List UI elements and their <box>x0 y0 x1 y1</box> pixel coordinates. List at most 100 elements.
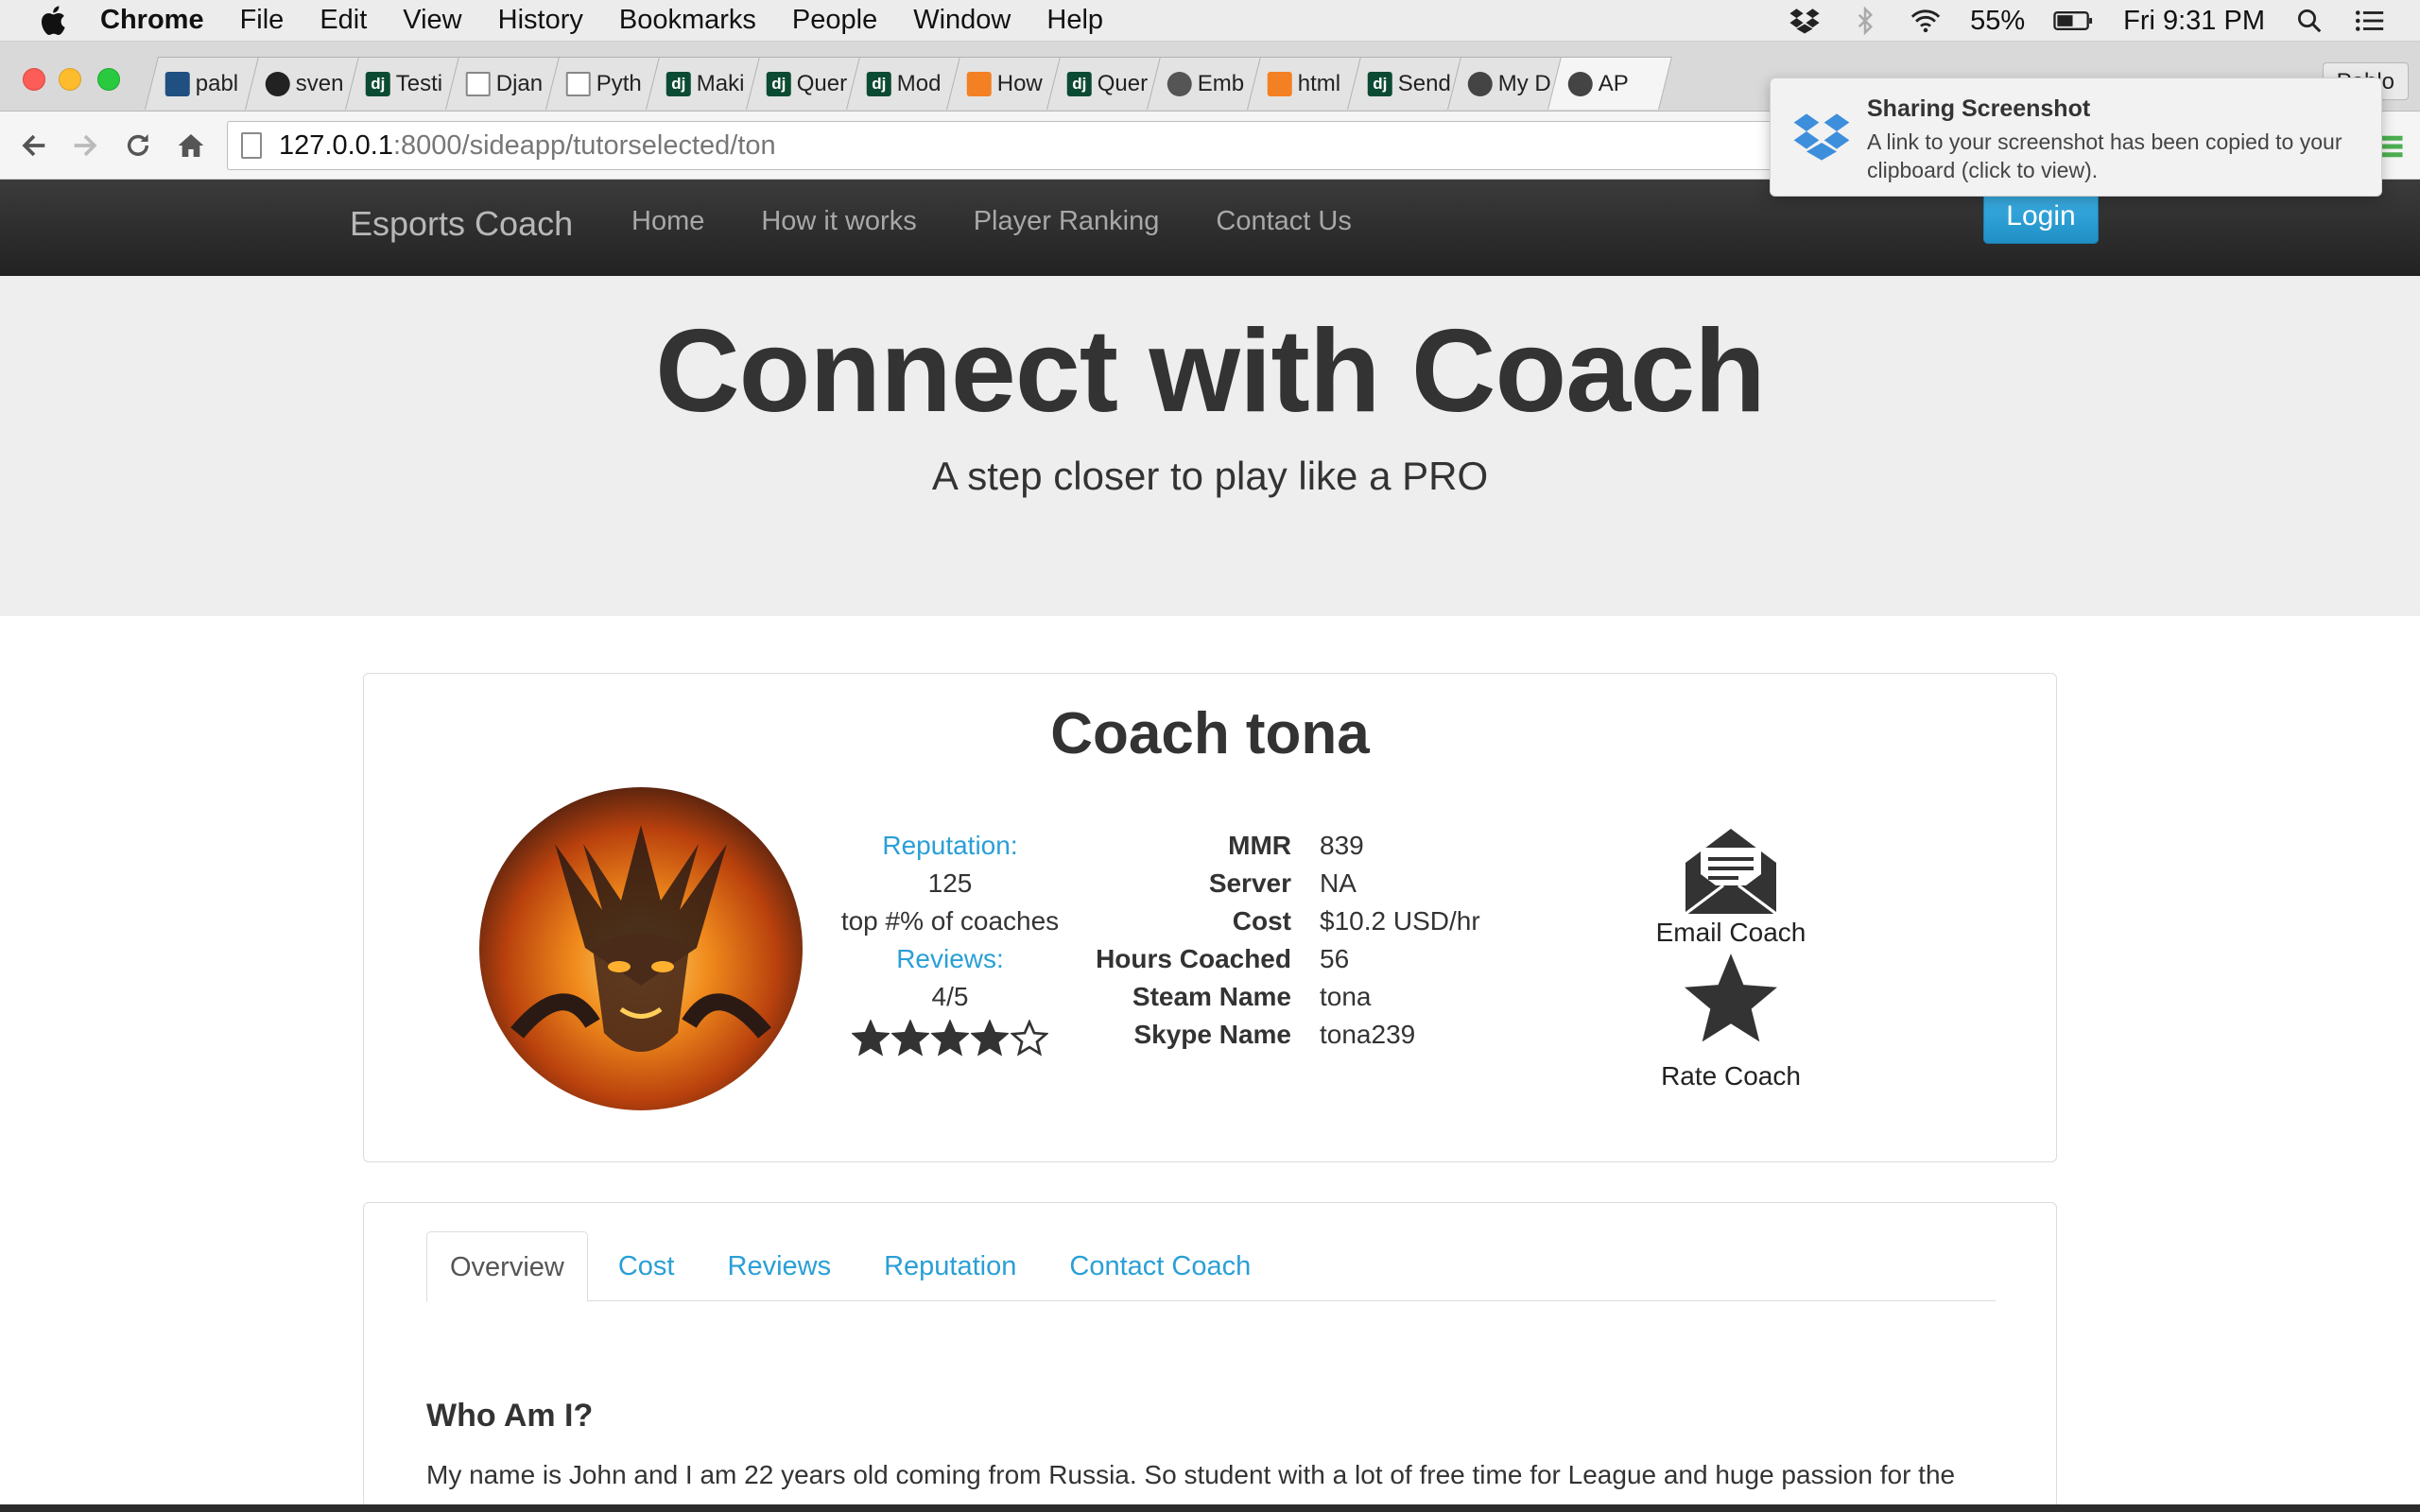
site-brand[interactable]: Esports Coach <box>350 204 573 244</box>
stat-row: MMR 839 <box>1026 827 1565 865</box>
tab-title: Quer <box>796 70 848 96</box>
back-arrow-icon <box>22 134 45 157</box>
nav-how-it-works[interactable]: How it works <box>761 206 916 237</box>
stat-row: Server NA <box>1026 865 1565 902</box>
stat-row: Hours Coached 56 <box>1026 940 1565 978</box>
envelope-icon <box>1685 829 1777 916</box>
menu-app-name[interactable]: Chrome <box>100 5 204 36</box>
notification-title: Sharing Screenshot <box>1867 95 2091 122</box>
tab-title: Pyth <box>596 70 642 96</box>
tab-cost[interactable]: Cost <box>596 1231 698 1301</box>
stat-label: Skype Name <box>1133 1020 1291 1049</box>
apple-menu-icon[interactable] <box>38 4 72 38</box>
section-title: Who Am I? <box>426 1398 594 1434</box>
stat-value: NA <box>1320 868 1357 898</box>
star-icon <box>1685 954 1777 1042</box>
document-favicon-icon <box>465 71 491 96</box>
tab-title: My D <box>1497 70 1551 96</box>
browser-tab-active[interactable]: AP <box>1547 57 1672 110</box>
bluetooth-icon[interactable] <box>1849 7 1881 35</box>
dropbox-notification[interactable]: Sharing Screenshot A link to your screen… <box>1770 77 2382 197</box>
django-favicon-icon: dj <box>866 71 891 96</box>
menu-file[interactable]: File <box>240 5 285 36</box>
star-filled-icon <box>852 1020 890 1057</box>
rate-coach-button[interactable]: Rate Coach <box>1627 954 1835 1091</box>
tab-title: Send <box>1397 70 1451 96</box>
battery-icon[interactable] <box>2053 7 2095 35</box>
menu-edit[interactable]: Edit <box>320 5 367 36</box>
details-tabs: Overview Cost Reviews Reputation Contact… <box>426 1231 1996 1302</box>
nav-home[interactable]: Home <box>631 206 704 237</box>
coach-avatar <box>479 787 803 1110</box>
forward-button[interactable] <box>66 127 104 164</box>
django-favicon-icon: dj <box>766 71 791 96</box>
email-coach-button[interactable]: Email Coach <box>1627 825 1835 948</box>
reload-button[interactable] <box>119 127 157 164</box>
tab-overview[interactable]: Overview <box>426 1231 588 1302</box>
spotlight-search-icon[interactable] <box>2293 7 2325 35</box>
tab-title: Mod <box>896 70 942 96</box>
stat-value: tona <box>1320 982 1372 1011</box>
coach-avatar-image <box>479 787 803 1110</box>
tab-title: Quer <box>1097 70 1149 96</box>
stat-label: MMR <box>1228 831 1291 860</box>
coach-details-panel: Overview Cost Reviews Reputation Contact… <box>363 1202 2057 1512</box>
reload-icon <box>127 134 149 156</box>
star-filled-icon <box>891 1020 929 1057</box>
tab-reputation[interactable]: Reputation <box>861 1231 1039 1301</box>
coach-profile-panel: Coach tona Reputation: 125 top #% of coa… <box>363 673 2057 1162</box>
nav-player-ranking[interactable]: Player Ranking <box>974 206 1160 237</box>
ember-favicon-icon <box>1167 71 1192 96</box>
stat-row: Cost $10.2 USD/hr <box>1026 902 1565 940</box>
django-favicon-icon: dj <box>666 71 691 96</box>
home-icon <box>178 134 204 157</box>
tab-contact-coach[interactable]: Contact Coach <box>1046 1231 1273 1301</box>
menubar-clock[interactable]: Fri 9:31 PM <box>2123 6 2265 37</box>
stat-label: Steam Name <box>1132 982 1291 1011</box>
hero-title: Connect with Coach <box>655 306 1766 437</box>
back-button[interactable] <box>15 127 53 164</box>
url-host: 127.0.0.1 <box>279 129 393 161</box>
stat-value: $10.2 USD/hr <box>1320 906 1480 936</box>
tab-reviews[interactable]: Reviews <box>705 1231 855 1301</box>
stat-value: 839 <box>1320 831 1364 860</box>
menu-view[interactable]: View <box>403 5 461 36</box>
star-filled-icon <box>931 1020 969 1057</box>
stat-value: 56 <box>1320 944 1350 973</box>
hero-jumbotron: Connect with Coach A step closer to play… <box>0 276 2420 616</box>
menu-help[interactable]: Help <box>1046 5 1103 36</box>
login-button[interactable]: Login <box>1983 189 2099 244</box>
dropbox-status-icon[interactable] <box>1789 7 1821 35</box>
menu-history[interactable]: History <box>498 5 583 36</box>
nav-contact-us[interactable]: Contact Us <box>1216 206 1351 237</box>
notification-body: A link to your screenshot has been copie… <box>1867 129 2342 182</box>
stat-row: Skype Name tona239 <box>1026 1016 1565 1054</box>
window-close-button[interactable] <box>23 68 45 91</box>
url-path: :8000/sideapp/tutorselected/ton <box>392 129 776 161</box>
home-button[interactable] <box>172 127 210 164</box>
stackoverflow-favicon-icon <box>966 71 992 96</box>
site-nav-links: Home How it works Player Ranking Contact… <box>631 206 1352 237</box>
hero-subtitle: A step closer to play like a PRO <box>931 454 1489 498</box>
menu-people[interactable]: People <box>792 5 877 36</box>
stat-row: Steam Name tona <box>1026 978 1565 1016</box>
menu-bookmarks[interactable]: Bookmarks <box>619 5 756 36</box>
macos-menubar: Chrome File Edit View History Bookmarks … <box>0 0 2420 42</box>
stat-label: Hours Coached <box>1096 944 1291 973</box>
browser-tabs: pabl sven dj Testi Djan Pyth dj Maki dj Que… <box>145 57 1672 112</box>
tab-title: How <box>996 70 1043 96</box>
window-minimize-button[interactable] <box>59 68 81 91</box>
bottom-dock-strip <box>0 1504 2420 1512</box>
battery-percent[interactable]: 55% <box>1970 6 2025 37</box>
menu-window[interactable]: Window <box>913 5 1011 36</box>
wifi-icon[interactable] <box>1910 7 1942 35</box>
window-zoom-button[interactable] <box>97 68 120 91</box>
document-favicon-icon <box>565 71 591 96</box>
coach-bio: My name is John and I am 22 years old co… <box>426 1460 1956 1489</box>
notification-center-icon[interactable] <box>2354 7 2386 35</box>
heart-favicon-icon <box>1567 71 1593 96</box>
tab-title: Testi <box>395 70 443 96</box>
stackoverflow-favicon-icon <box>1267 71 1292 96</box>
dropbox-icon <box>1793 113 1850 161</box>
bitbucket-favicon-icon <box>164 71 190 96</box>
